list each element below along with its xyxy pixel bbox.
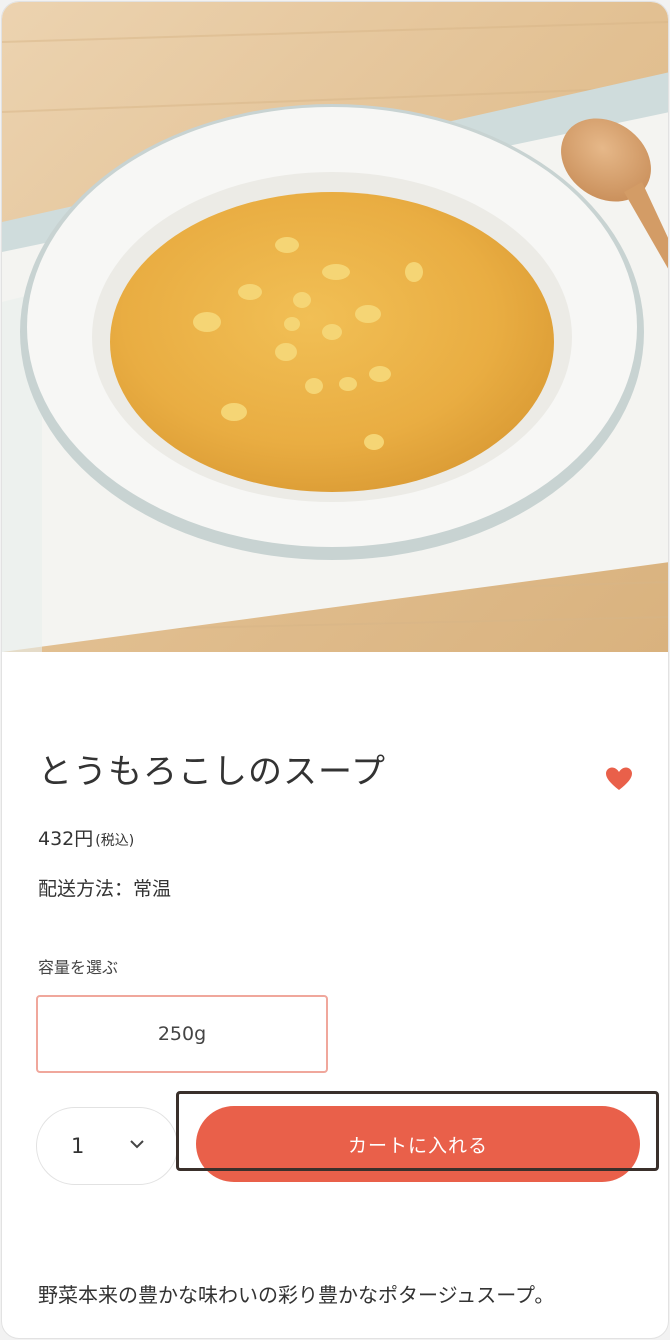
quantity-select[interactable]: 1 [36,1107,178,1185]
product-title: とうもろこしのスープ [38,752,386,792]
price: 432円 (税込) [38,824,134,851]
chevron-down-icon [130,1140,144,1149]
tax-note: (税込) [95,833,135,849]
shipping-method: 配送方法：常温 [38,878,172,900]
quantity-value: 1 [71,1134,85,1158]
price-value: 432円 [38,828,94,850]
heart-icon[interactable] [604,766,634,792]
product-image [2,2,668,652]
add-to-cart-button[interactable]: カートに入れる [196,1106,640,1182]
capacity-label: 容量を選ぶ [38,958,119,977]
product-card: とうもろこしのスープ 432円 (税込) 配送方法：常温 容量を選ぶ 250g 1… [1,1,669,1339]
product-description: 野菜本来の豊かな味わいの彩り豊かなポタージュスープ。 [38,1283,555,1307]
capacity-option-250g[interactable]: 250g [36,995,328,1073]
favorite-button[interactable] [604,766,634,792]
